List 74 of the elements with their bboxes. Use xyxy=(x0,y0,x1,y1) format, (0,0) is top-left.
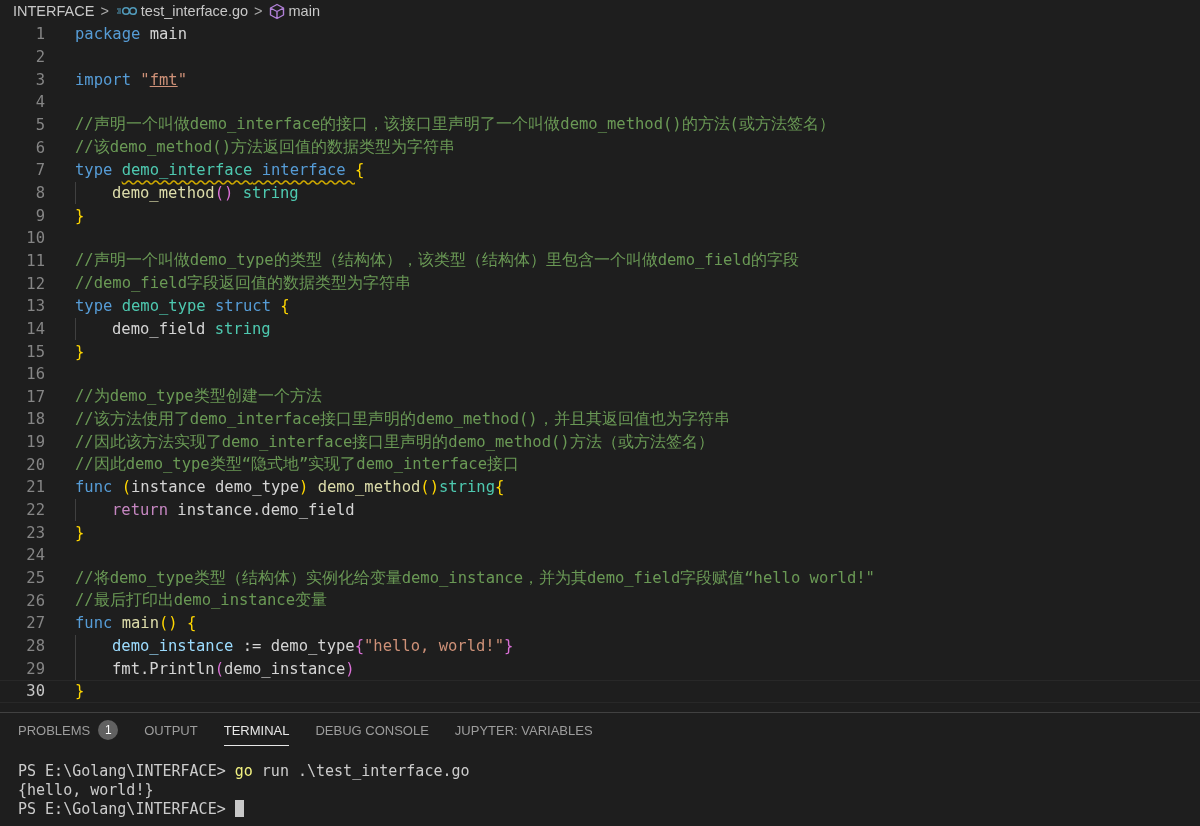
code-line: //声明一个叫做demo_interface的接口，该接口里声明了一个叫做demo_method()的方法(或方法签名） xyxy=(75,114,835,136)
line-number: 1 xyxy=(34,25,45,44)
line-number: 17 xyxy=(25,387,45,406)
line-number: 19 xyxy=(25,433,45,452)
code-line: //该方法使用了demo_interface接口里声明的demo_method()，并且其返回值也为字符串 xyxy=(75,409,730,430)
code-line: //为demo_type类型创建一个方法 xyxy=(75,386,322,408)
line-number: 22 xyxy=(25,501,45,520)
line-number: 29 xyxy=(25,659,45,678)
cube-icon xyxy=(268,2,285,20)
line-number: 11 xyxy=(25,251,45,270)
code-line: demo_method() string xyxy=(112,183,299,202)
code-line: import "fmt" xyxy=(75,70,187,89)
indent-guide xyxy=(75,498,76,522)
breadcrumb-symbol[interactable]: main xyxy=(288,3,320,19)
code-line: //因此demo_type类型“隐式地”实现了demo_interface接口 xyxy=(75,454,519,476)
line-number: 28 xyxy=(25,637,45,656)
line-number: 9 xyxy=(34,206,45,225)
terminal-line: PS E:\Golang\INTERFACE> xyxy=(18,799,227,818)
line-number: 12 xyxy=(25,274,45,293)
code-line: package main xyxy=(75,25,187,44)
line-number: 18 xyxy=(25,410,45,429)
code-line: func (instance demo_type) demo_method()string{ xyxy=(75,478,505,497)
line-number: 14 xyxy=(25,319,45,338)
code-line: fmt.Println(demo_instance) xyxy=(112,659,355,678)
line-number: 3 xyxy=(34,70,45,89)
line-number: 16 xyxy=(25,365,45,384)
line-number: 30 xyxy=(25,682,45,701)
code-line: } xyxy=(75,342,85,361)
code-line: } xyxy=(75,682,85,701)
line-number: 13 xyxy=(25,297,45,316)
line-number: 21 xyxy=(25,478,45,497)
line-number: 23 xyxy=(25,523,45,542)
line-number: 4 xyxy=(34,93,45,112)
line-number: 6 xyxy=(34,138,45,157)
code-line: type demo_interface interface { xyxy=(75,161,365,180)
terminal-output: {hello, world!} xyxy=(18,780,154,799)
line-number: 15 xyxy=(25,342,45,361)
code-line: type demo_type struct { xyxy=(75,297,290,316)
code-line: demo_instance := demo_type{"hello, world!"} xyxy=(112,637,514,656)
panel-tab[interactable]: OUTPUT xyxy=(144,723,198,745)
indent-guide xyxy=(75,317,76,341)
line-number: 24 xyxy=(25,546,45,565)
code-line: demo_field string xyxy=(112,319,271,338)
line-number: 26 xyxy=(25,591,45,610)
code-line: } xyxy=(75,206,85,225)
code-line: func main() { xyxy=(75,614,197,633)
line-number: 25 xyxy=(25,569,45,588)
breadcrumb-separator: > xyxy=(100,3,109,19)
code-line: //demo_field字段返回值的数据类型为字符串 xyxy=(75,273,411,295)
code-line: //将demo_type类型（结构体）实例化给变量demo_instance，并为其demo_field字段赋值“hello world!" xyxy=(75,567,875,589)
line-number: 10 xyxy=(25,229,45,248)
line-number: 2 xyxy=(34,48,45,66)
panel-tab[interactable]: DEBUG CONSOLE xyxy=(315,723,429,745)
code-line: //声明一个叫做demo_type的类型（结构体），该类型（结构体）里包含一个叫做demo_field的字段 xyxy=(75,250,799,272)
code-line: //该demo_method()方法返回值的数据类型为字符串 xyxy=(75,137,455,159)
breadcrumb-file[interactable]: test_interface.go xyxy=(140,3,249,19)
count-badge: 1 xyxy=(98,720,119,740)
code-line: //最后打印出demo_instance变量 xyxy=(75,590,327,612)
breadcrumb-separator: > xyxy=(254,3,263,19)
code-line: } xyxy=(75,523,85,542)
breadcrumb-folder[interactable]: INTERFACE xyxy=(13,3,95,19)
code-line: //因此该方法实现了demo_interface接口里声明的demo_method()方法（或方法签名） xyxy=(75,431,714,453)
indent-guide xyxy=(75,181,76,205)
terminal-line: PS E:\Golang\INTERFACE> go run .\test_interface.go xyxy=(18,761,470,780)
line-number: 5 xyxy=(34,115,45,134)
line-number: 7 xyxy=(34,161,45,180)
panel-tab[interactable]: JUPYTER: VARIABLES xyxy=(454,723,593,745)
panel-tab[interactable]: TERMINAL xyxy=(223,723,290,746)
line-number: 8 xyxy=(34,183,45,202)
panel-tab[interactable]: PROBLEMS xyxy=(18,723,91,745)
line-number: 20 xyxy=(25,455,45,474)
code-line: return instance.demo_field xyxy=(112,501,355,520)
file-type-icon xyxy=(116,6,137,16)
line-number: 27 xyxy=(25,614,45,633)
